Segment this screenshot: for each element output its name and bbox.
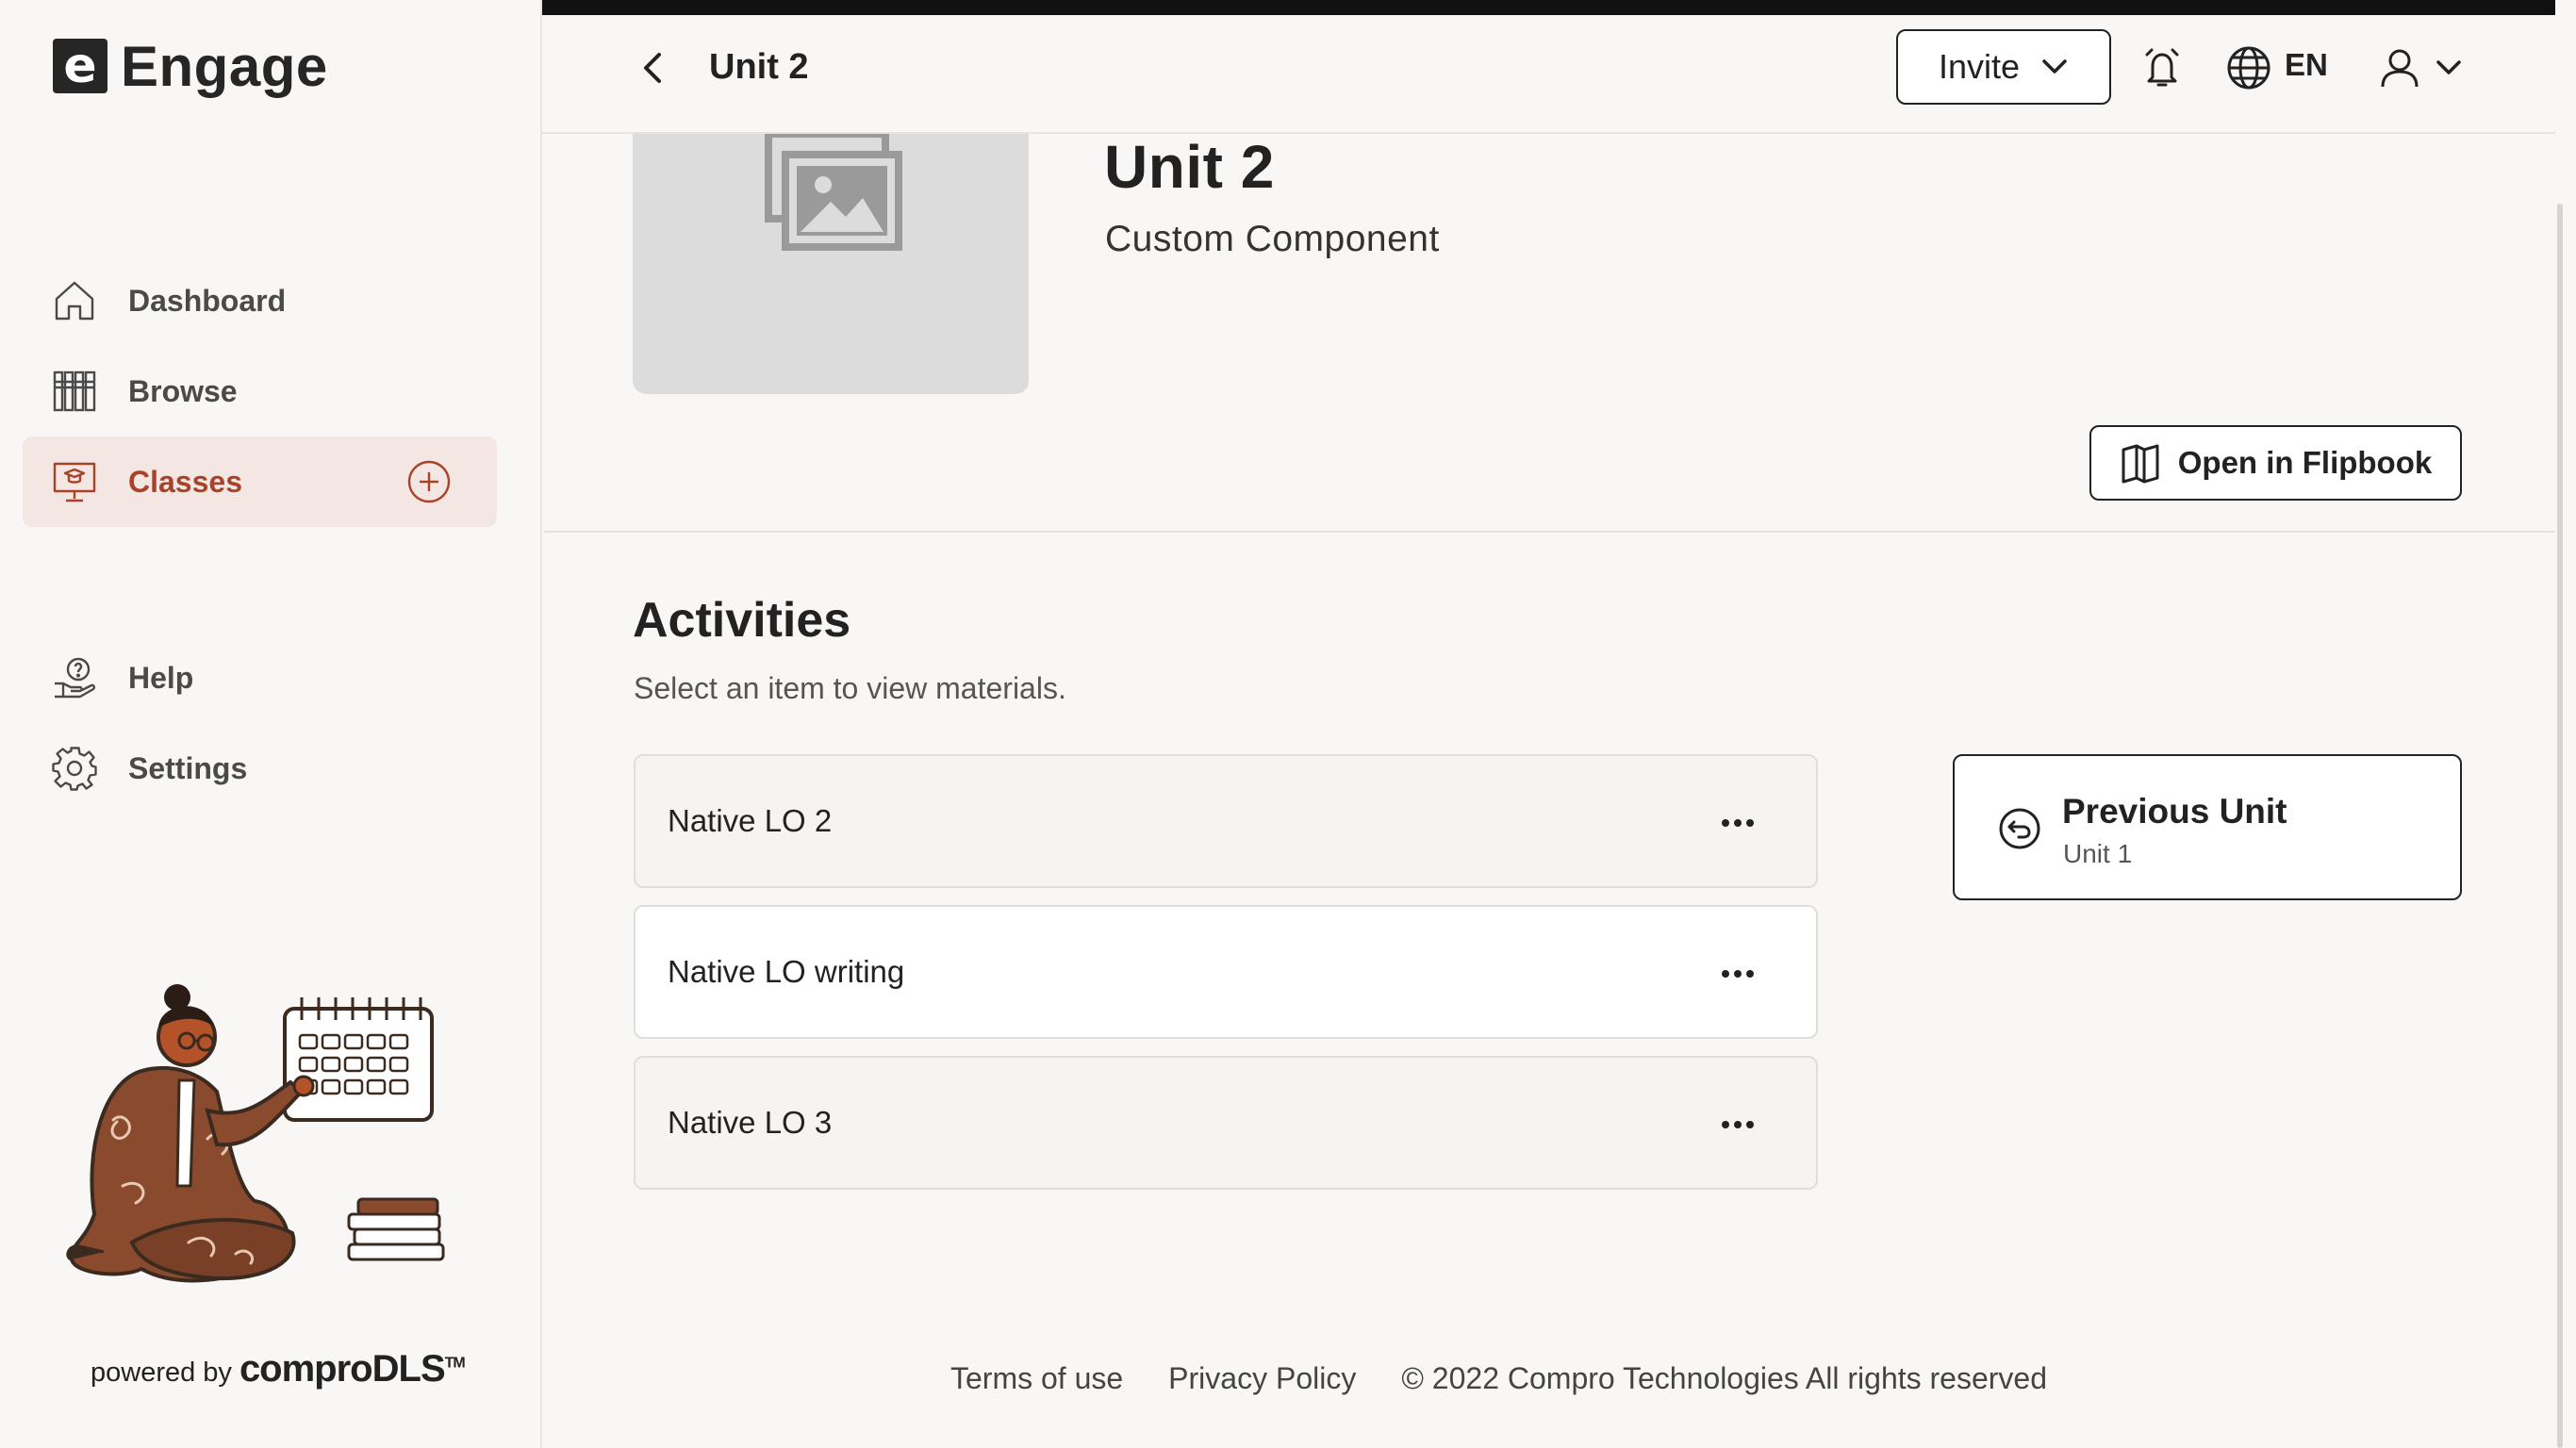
back-button[interactable] xyxy=(627,41,680,94)
sidebar-item-settings[interactable]: Settings xyxy=(23,723,497,814)
classroom-icon xyxy=(51,458,98,505)
activity-label: Native LO 2 xyxy=(668,803,833,838)
sidebar-item-label: Classes xyxy=(128,464,242,499)
chevron-left-icon xyxy=(644,53,661,83)
sidebar-item-browse[interactable]: Browse xyxy=(23,346,497,436)
top-strip xyxy=(542,0,2555,15)
unit-thumbnail xyxy=(633,134,1029,394)
unit-title: Unit 2 xyxy=(1104,133,1275,201)
trademark-mark: TM xyxy=(444,1355,466,1372)
footer: Terms of use Privacy Policy © 2022 Compr… xyxy=(950,1361,2047,1396)
activity-item[interactable]: Native LO writing xyxy=(634,905,1818,1039)
previous-unit-card[interactable]: Previous Unit Unit 1 xyxy=(1953,754,2462,900)
page-title: Unit 2 xyxy=(709,47,809,87)
activities-subtitle: Select an item to view materials. xyxy=(634,671,1066,705)
sidebar-item-label: Help xyxy=(128,660,194,695)
activity-item[interactable]: Native LO 3 xyxy=(634,1056,1818,1190)
top-header: Unit 2 Invite EN xyxy=(542,15,2555,134)
activity-label: Native LO 3 xyxy=(668,1105,833,1140)
powered-by-text: powered by xyxy=(91,1358,232,1388)
add-class-button[interactable] xyxy=(406,459,452,504)
book-open-icon xyxy=(2122,444,2159,484)
more-options-icon[interactable] xyxy=(1714,799,1761,847)
language-selector[interactable]: EN xyxy=(2285,47,2328,83)
open-in-flipbook-button[interactable]: Open in Flipbook xyxy=(2089,425,2462,501)
powered-by: powered by comproDLSTM xyxy=(91,1348,466,1390)
previous-unit-title: Previous Unit xyxy=(2062,792,2287,831)
return-arrow-icon xyxy=(1999,808,2040,849)
privacy-policy-link[interactable]: Privacy Policy xyxy=(1168,1361,1356,1396)
section-divider xyxy=(544,531,2555,533)
chevron-down-icon xyxy=(2042,59,2067,74)
notification-bell-icon[interactable] xyxy=(2134,40,2190,96)
image-placeholder-icon xyxy=(765,134,902,251)
user-menu-chevron-down-icon[interactable] xyxy=(2430,49,2468,87)
engage-logo-icon: e xyxy=(53,39,107,93)
books-icon xyxy=(51,368,98,415)
activity-item[interactable]: Native LO 2 xyxy=(634,754,1818,888)
page-scrollbar[interactable] xyxy=(2557,204,2563,1448)
sidebar-item-dashboard[interactable]: Dashboard xyxy=(23,255,497,346)
more-options-icon[interactable] xyxy=(1714,950,1761,997)
home-icon xyxy=(51,277,98,324)
brand-logo[interactable]: e Engage xyxy=(53,34,328,98)
previous-unit-name: Unit 1 xyxy=(2063,839,2133,868)
teacher-illustration xyxy=(66,984,445,1283)
sidebar-item-help[interactable]: Help xyxy=(23,633,497,723)
more-options-icon[interactable] xyxy=(1714,1101,1761,1148)
copyright-text: © 2022 Compro Technologies All rights re… xyxy=(1401,1361,2048,1395)
activity-label: Native LO writing xyxy=(668,954,905,989)
brand-name: Engage xyxy=(121,34,328,98)
user-avatar-icon[interactable] xyxy=(2371,40,2428,96)
activities-heading: Activities xyxy=(633,593,851,648)
sidebar-item-label: Settings xyxy=(128,750,248,785)
gear-icon xyxy=(51,745,98,792)
sidebar-nav-secondary: Help Settings xyxy=(23,633,497,814)
sidebar-nav-primary: Dashboard Browse Classes xyxy=(23,255,497,527)
sidebar-item-classes[interactable]: Classes xyxy=(23,436,497,527)
sidebar-item-label: Dashboard xyxy=(128,283,287,318)
terms-of-use-link[interactable]: Terms of use xyxy=(950,1361,1123,1396)
help-icon xyxy=(51,654,98,701)
flipbook-label: Open in Flipbook xyxy=(2177,445,2433,480)
invite-button[interactable]: Invite xyxy=(1896,29,2111,105)
invite-label: Invite xyxy=(1938,47,2021,86)
sidebar-item-label: Browse xyxy=(128,373,238,408)
comprodls-text: comproDLS xyxy=(239,1348,446,1390)
globe-icon[interactable] xyxy=(2221,40,2277,96)
comprodls-logo: comproDLSTM xyxy=(239,1348,466,1390)
sidebar: e Engage Dashboard Browse Classes Help S… xyxy=(0,0,542,1448)
unit-subtitle: Custom Component xyxy=(1105,219,1440,259)
